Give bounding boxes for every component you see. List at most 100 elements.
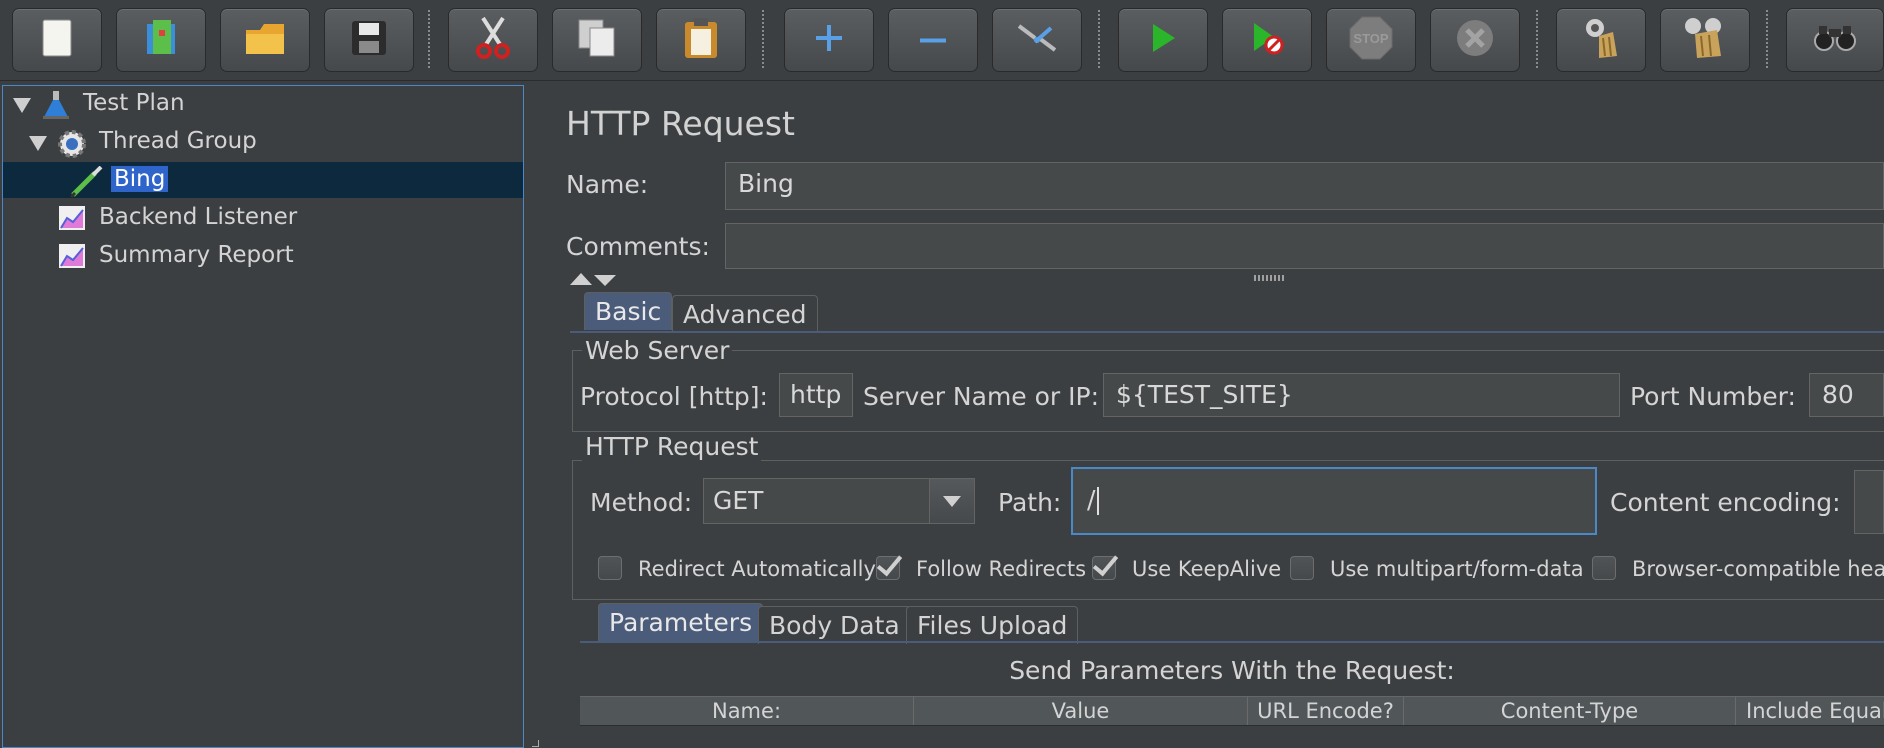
page-title: HTTP Request: [566, 104, 795, 143]
collapse-arrows-icon: [570, 273, 616, 286]
toolbar: STOP: [0, 0, 1884, 81]
search-button[interactable]: [1786, 8, 1884, 72]
toggle-icon: [1015, 20, 1059, 60]
test-plan-tree: Test Plan Thread Group Bing Backend List…: [2, 85, 524, 748]
expand-button[interactable]: [784, 8, 874, 72]
server-name-label: Server Name or IP:: [863, 382, 1100, 411]
path-value: /: [1087, 485, 1096, 514]
method-value: GET: [713, 486, 764, 515]
collapse-toggle[interactable]: [570, 272, 620, 291]
protocol-field[interactable]: http: [779, 373, 853, 417]
tree-item-test-plan[interactable]: Test Plan: [3, 86, 523, 122]
search-icon: [1813, 23, 1857, 57]
column-header-include-equals[interactable]: Include Equals?: [1736, 697, 1884, 725]
collapse-button[interactable]: [888, 8, 978, 72]
protocol-label: Protocol [http]:: [580, 382, 768, 411]
pipette-icon: [69, 165, 103, 199]
tab-basic[interactable]: Basic: [584, 292, 673, 330]
content-encoding-label: Content encoding:: [1610, 488, 1841, 517]
port-number-label: Port Number:: [1630, 382, 1796, 411]
save-button[interactable]: [324, 8, 414, 72]
browser-compatible-headers-label: Browser-compatible headers: [1632, 557, 1884, 581]
sub-tab-underline: [580, 641, 1884, 643]
stop-label: STOP: [1353, 31, 1388, 46]
tab-files-upload[interactable]: Files Upload: [906, 606, 1079, 644]
browser-compatible-headers-checkbox[interactable]: [1592, 556, 1616, 580]
clear-button[interactable]: [1556, 8, 1646, 72]
toggle-button[interactable]: [992, 8, 1082, 72]
method-dropdown-button[interactable]: [929, 479, 974, 523]
templates-button[interactable]: [116, 8, 206, 72]
toolbar-separator: [428, 10, 430, 68]
resize-grip[interactable]: [1254, 275, 1284, 281]
use-keepalive-checkbox[interactable]: [1092, 549, 1119, 580]
expand-icon: [814, 23, 844, 57]
parameters-table-header: Name: Value URL Encode? Content-Type Inc…: [580, 696, 1884, 726]
column-header-name[interactable]: Name:: [580, 697, 914, 725]
cut-button[interactable]: [448, 8, 538, 72]
tab-body-data[interactable]: Body Data: [758, 606, 911, 644]
column-header-content-type[interactable]: Content-Type: [1404, 697, 1736, 725]
comments-label: Comments:: [566, 232, 710, 261]
tree-expand-arrow[interactable]: [13, 98, 31, 113]
stop-button[interactable]: STOP: [1326, 8, 1416, 72]
comments-field[interactable]: [725, 223, 1884, 269]
tree-item-summary-report[interactable]: Summary Report: [3, 238, 523, 274]
graph-icon: [57, 204, 87, 232]
follow-redirects-checkbox[interactable]: [876, 549, 903, 580]
path-field[interactable]: /: [1071, 467, 1597, 535]
http-request-title: HTTP Request: [582, 432, 762, 461]
name-field[interactable]: Bing: [725, 162, 1884, 210]
new-button[interactable]: [12, 8, 102, 72]
graph-icon: [57, 242, 87, 270]
use-keepalive-label: Use KeepAlive: [1132, 557, 1282, 581]
save-icon: [350, 19, 388, 61]
tree-item-bing[interactable]: Bing: [3, 162, 523, 199]
paste-icon: [683, 17, 719, 63]
tree-item-label: Test Plan: [83, 90, 185, 116]
shutdown-button[interactable]: [1430, 8, 1520, 72]
start-icon: [1149, 22, 1177, 58]
name-label: Name:: [566, 170, 649, 199]
start-button[interactable]: [1118, 8, 1208, 72]
tab-advanced[interactable]: Advanced: [672, 295, 818, 333]
toolbar-separator: [1766, 10, 1768, 68]
content-encoding-field[interactable]: [1854, 470, 1884, 534]
cut-icon: [473, 16, 513, 64]
chevron-down-icon: [943, 496, 961, 507]
copy-button[interactable]: [552, 8, 642, 72]
tree-item-backend-listener[interactable]: Backend Listener: [3, 200, 523, 236]
gear-icon: [55, 128, 86, 158]
redirect-automatically-checkbox[interactable]: [598, 556, 622, 580]
method-select[interactable]: GET: [703, 478, 975, 524]
column-header-value[interactable]: Value: [914, 697, 1248, 725]
tab-underline: [570, 331, 1884, 333]
clear-all-icon: [1683, 16, 1727, 64]
text-caret: [1097, 487, 1100, 515]
use-multipart-label: Use multipart/form-data: [1330, 557, 1584, 581]
stop-icon: STOP: [1348, 15, 1394, 65]
splitter-handle[interactable]: [532, 740, 539, 747]
tree-expand-arrow[interactable]: [29, 136, 47, 151]
toolbar-separator: [762, 10, 764, 68]
use-multipart-checkbox[interactable]: [1290, 556, 1314, 580]
path-label: Path:: [998, 488, 1062, 517]
open-icon: [244, 20, 286, 60]
redirect-automatically-label: Redirect Automatically: [638, 557, 876, 581]
flask-icon: [41, 90, 71, 119]
templates-icon: [141, 18, 181, 62]
clear-all-button[interactable]: [1660, 8, 1750, 72]
tree-item-thread-group[interactable]: Thread Group: [3, 124, 523, 160]
column-header-url-encode[interactable]: URL Encode?: [1248, 697, 1404, 725]
start-no-pauses-button[interactable]: [1222, 8, 1312, 72]
shutdown-icon: [1455, 18, 1495, 62]
server-name-field[interactable]: ${TEST_SITE}: [1103, 373, 1620, 417]
open-button[interactable]: [220, 8, 310, 72]
tree-item-label: Bing: [111, 166, 169, 192]
paste-button[interactable]: [656, 8, 746, 72]
tab-parameters[interactable]: Parameters: [598, 603, 764, 641]
tree-item-label: Summary Report: [99, 242, 294, 268]
port-number-field[interactable]: 80: [1809, 373, 1884, 417]
toolbar-separator: [1098, 10, 1100, 68]
tree-item-label: Backend Listener: [99, 204, 298, 230]
